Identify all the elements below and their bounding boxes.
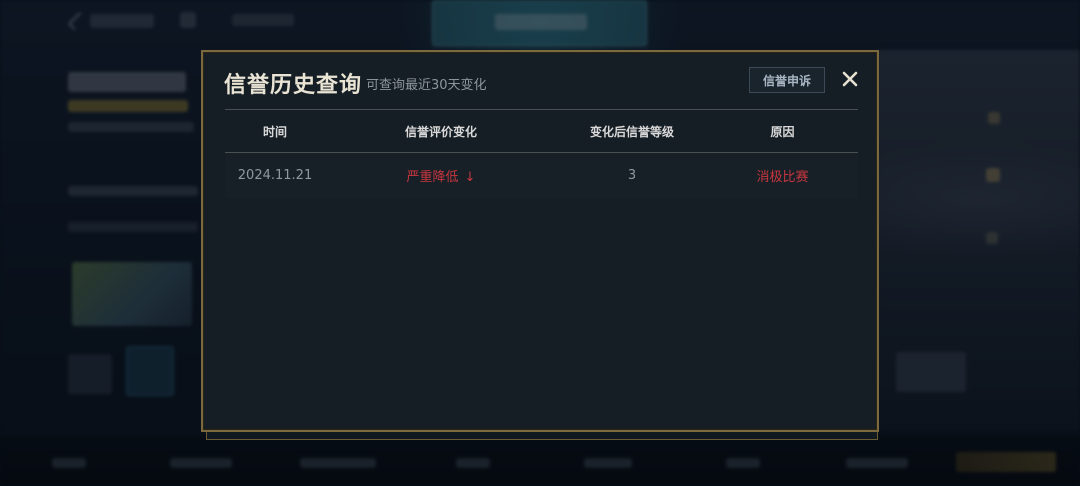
down-arrow-icon: ↓	[464, 170, 476, 185]
reputation-history-dialog: 信誉历史查询 可查询最近30天变化 信誉申诉 时间 信誉评价变化 变化后信誉等级…	[201, 50, 879, 432]
reputation-history-table: 时间 信誉评价变化 变化后信誉等级 原因 2024.11.21 严重降低 ↓ 3 …	[225, 110, 858, 198]
dialog-subtitle: 可查询最近30天变化	[366, 78, 487, 93]
row-change-label: 严重降低	[406, 170, 459, 185]
close-icon[interactable]	[839, 68, 861, 90]
row-date: 2024.11.21	[237, 168, 313, 183]
reputation-appeal-button[interactable]: 信誉申诉	[749, 67, 825, 93]
column-header-level: 变化后信誉等级	[589, 124, 674, 139]
dialog-title: 信誉历史查询	[224, 73, 363, 98]
row-change: 严重降低 ↓	[325, 166, 557, 185]
table-row: 2024.11.21 严重降低 ↓ 3 消极比赛	[225, 153, 858, 198]
table-header: 时间 信誉评价变化 变化后信誉等级 原因	[225, 110, 858, 153]
row-level: 3	[627, 168, 637, 183]
row-reason: 消极比赛	[756, 170, 809, 185]
column-header-reason: 原因	[770, 124, 795, 139]
column-header-change: 信誉评价变化	[404, 124, 477, 139]
column-header-time: 时间	[262, 124, 287, 139]
